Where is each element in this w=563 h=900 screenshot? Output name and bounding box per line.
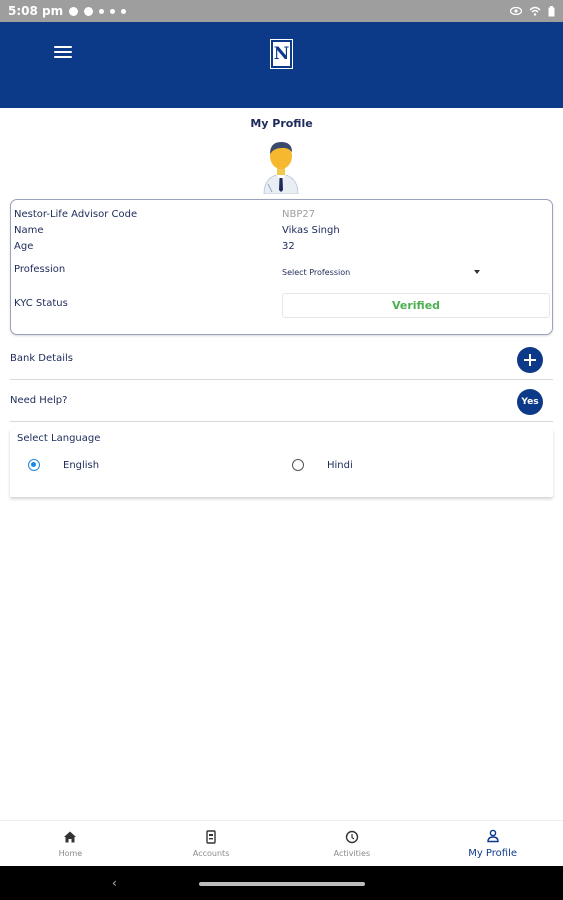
nav-item-my-profile[interactable]: My Profile: [422, 821, 563, 866]
logo-letter: N: [273, 43, 290, 64]
radio-selected-icon[interactable]: [28, 459, 40, 471]
language-option-label: Hindi: [327, 459, 353, 471]
bottom-nav: Home Accounts Activities My Profile: [0, 820, 563, 866]
activities-icon: [345, 830, 359, 843]
dropdown-arrow-icon: [474, 270, 480, 274]
profile-icon: [486, 829, 499, 842]
profile-card: Nestor-Life Advisor Code NBP27 Name Vika…: [10, 199, 553, 335]
eye-icon: [510, 7, 522, 15]
language-option-label: English: [63, 459, 100, 471]
nav-item-accounts[interactable]: Accounts: [141, 821, 282, 866]
wifi-icon: [529, 6, 541, 16]
menu-icon[interactable]: [54, 44, 72, 60]
plus-icon: [529, 354, 531, 366]
yes-button-label: Yes: [521, 397, 539, 407]
notification-icon: [69, 6, 79, 16]
notification-icon: [110, 8, 116, 14]
battery-icon: [548, 5, 555, 16]
nav-label: Activities: [333, 848, 371, 858]
kyc-status-label: KYC Status: [14, 298, 68, 309]
avatar: [263, 142, 299, 194]
bank-details-row: Bank Details: [10, 340, 553, 380]
need-help-row: Need Help? Yes: [10, 382, 553, 422]
status-bar: 5:08 pm: [0, 0, 563, 22]
need-help-label: Need Help?: [10, 395, 68, 406]
language-card: Select Language English Hindi: [10, 429, 553, 497]
profession-select[interactable]: Select Profession: [282, 264, 482, 280]
notification-icon: [84, 6, 94, 16]
page-title: My Profile: [250, 117, 313, 130]
age-value: 32: [282, 241, 295, 252]
notification-icon: [121, 8, 127, 14]
add-bank-details-button[interactable]: [517, 347, 543, 373]
nav-label: Home: [58, 848, 83, 858]
name-value: Vikas Singh: [282, 225, 340, 236]
system-nav-bar: ‹: [0, 866, 563, 900]
advisor-code-value: NBP27: [282, 209, 316, 220]
nav-item-home[interactable]: Home: [0, 821, 141, 866]
profession-label: Profession: [14, 264, 66, 275]
nav-item-activities[interactable]: Activities: [282, 821, 423, 866]
name-label: Name: [14, 225, 44, 236]
age-label: Age: [14, 241, 34, 252]
language-option-hindi[interactable]: Hindi: [292, 459, 353, 471]
accounts-icon: [206, 829, 216, 844]
back-icon[interactable]: ‹: [112, 876, 117, 890]
radio-unselected-icon[interactable]: [292, 459, 304, 471]
bank-details-label: Bank Details: [10, 353, 73, 364]
advisor-code-label: Nestor-Life Advisor Code: [14, 209, 138, 220]
app-header: N: [0, 22, 563, 108]
status-time: 5:08 pm: [8, 4, 64, 18]
language-title: Select Language: [17, 433, 101, 444]
kyc-status-value: Verified: [282, 293, 550, 318]
brand-logo: N: [270, 39, 293, 69]
profession-placeholder: Select Profession: [282, 267, 351, 277]
home-icon: [64, 831, 77, 842]
need-help-yes-button[interactable]: Yes: [517, 389, 543, 415]
nav-label: Accounts: [192, 848, 230, 858]
home-gesture-handle[interactable]: [199, 882, 365, 886]
notification-icon: [99, 8, 105, 14]
language-option-english[interactable]: English: [28, 459, 99, 471]
nav-label: My Profile: [468, 847, 518, 859]
kyc-status-text: Verified: [391, 299, 441, 312]
